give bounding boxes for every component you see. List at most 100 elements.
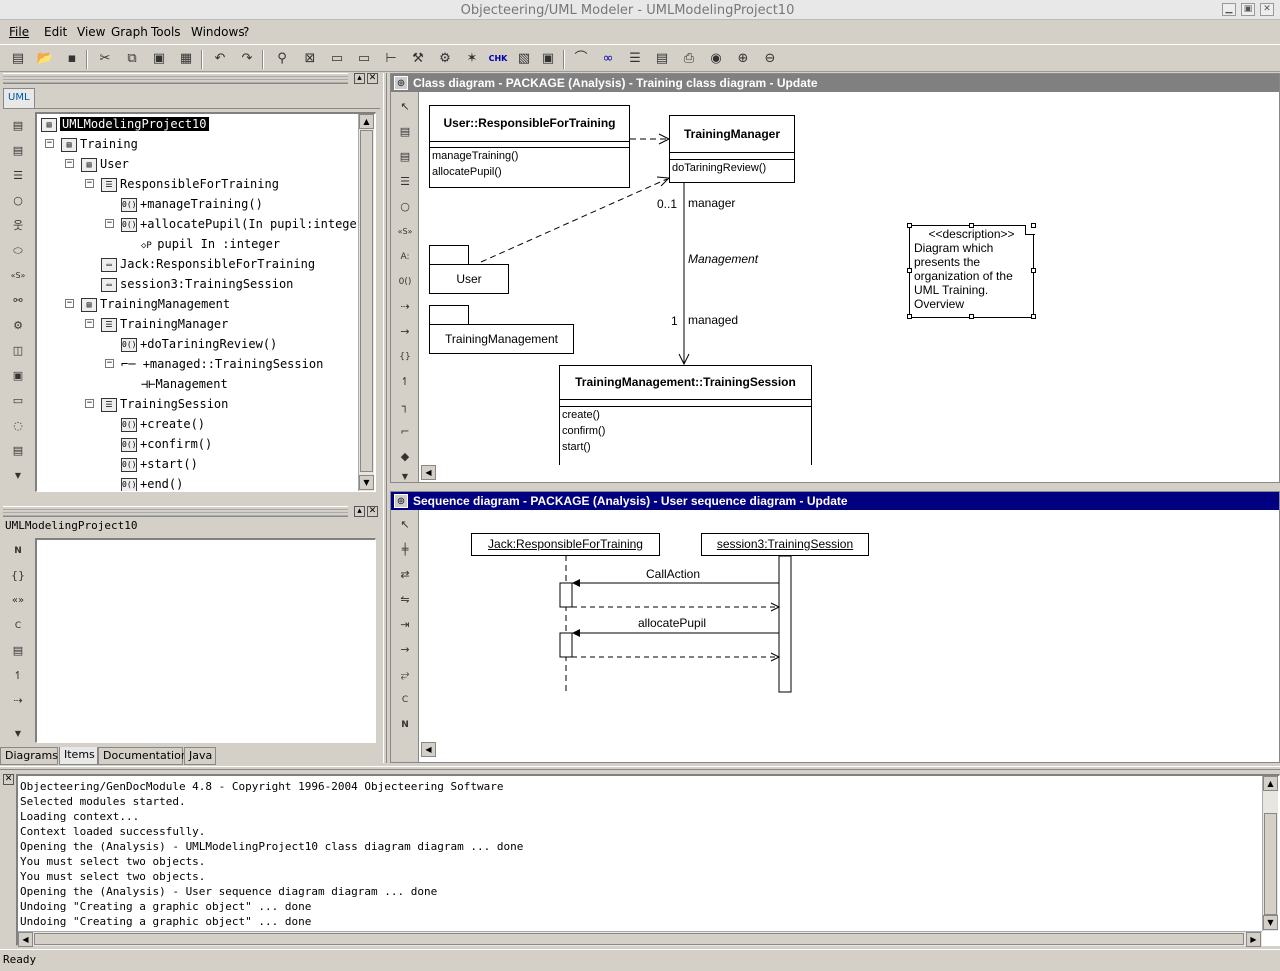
tree-item-operation[interactable]: 0() +start() <box>121 454 198 474</box>
collapse-icon[interactable]: − <box>45 139 54 148</box>
hierarchy-icon[interactable]: ⊢ <box>381 49 401 69</box>
tree-item-instance[interactable]: ▭ session3:TrainingSession <box>101 274 293 294</box>
class-training-manager[interactable]: TrainingManager doTariningReview() <box>669 115 795 183</box>
menu-graph[interactable]: Graph <box>111 25 148 39</box>
uml-explorer-tab[interactable]: UML <box>3 88 35 108</box>
properties-float-button[interactable]: ▴ <box>354 506 365 517</box>
lifeline-head-session3[interactable]: session3:TrainingSession <box>701 533 869 556</box>
dashed-ellipse-tool-icon[interactable]: ◌ <box>7 415 29 437</box>
constraint-tool-icon[interactable]: {} <box>7 565 29 587</box>
redo-icon[interactable]: ↷ <box>237 49 257 69</box>
new-project-icon[interactable]: ▤ <box>8 49 28 69</box>
comment-tool-icon[interactable]: C <box>7 615 29 637</box>
diagram-window-icon[interactable]: ▭ <box>354 49 374 69</box>
properties-grip[interactable] <box>3 506 348 517</box>
find-binoculars-icon[interactable]: ⚲ <box>272 49 292 69</box>
scroll-up-icon[interactable]: ▲ <box>359 114 374 129</box>
diagram-view-icon[interactable]: ▭ <box>327 49 347 69</box>
explorer-close-button[interactable]: ✕ <box>367 73 378 84</box>
anchor-tool-icon[interactable]: ↿ <box>7 665 29 687</box>
print-icon[interactable]: ⎙ <box>679 49 699 69</box>
tree-item-parameter[interactable]: ◇P pupil In :integer <box>141 234 280 254</box>
selection-handle[interactable] <box>969 314 974 319</box>
tree-item-operation[interactable]: 0() +doTariningReview() <box>121 334 277 354</box>
zoom-out-icon[interactable]: ⊖ <box>760 49 780 69</box>
selection-handle[interactable] <box>907 314 912 319</box>
collapse-icon[interactable]: − <box>65 299 74 308</box>
selection-handle[interactable] <box>907 268 912 273</box>
open-folder-icon[interactable]: 📂 <box>35 49 55 69</box>
menu-view[interactable]: View <box>77 25 105 39</box>
tree-item-operation[interactable]: 0() +confirm() <box>121 434 212 454</box>
minimize-button[interactable]: ▁ <box>1222 3 1236 16</box>
menu-edit[interactable]: Edit <box>44 25 67 39</box>
console-close-button[interactable]: ✕ <box>3 774 14 785</box>
package-user[interactable]: User <box>429 264 509 294</box>
scroll-thumb[interactable] <box>360 130 373 472</box>
selection-handle[interactable] <box>1031 314 1036 319</box>
tagged-value-tool-icon[interactable]: ▤ <box>7 640 29 662</box>
activity-tool-icon[interactable]: ▤ <box>7 440 29 462</box>
description-note[interactable]: <<description>> Diagram which presents t… <box>907 223 1036 319</box>
tree-item-instance[interactable]: ▭ Jack:ResponsibleForTraining <box>101 254 315 274</box>
collapse-icon[interactable]: − <box>85 319 94 328</box>
tab-documentation[interactable]: Documentation <box>98 747 188 765</box>
list-icon[interactable]: ☰ <box>625 49 645 69</box>
scroll-down-icon[interactable]: ▼ <box>359 475 374 490</box>
node-tool-icon[interactable]: ◫ <box>7 340 29 362</box>
palette-icon[interactable]: ◉ <box>706 49 726 69</box>
tree-scrollbar[interactable]: ▲ ▼ <box>358 114 374 491</box>
scroll-down-icon[interactable]: ▼ <box>7 465 29 487</box>
interface-tool-icon[interactable]: ○ <box>7 190 29 212</box>
class-tool-icon[interactable]: ☰ <box>7 165 29 187</box>
collapse-icon[interactable]: − <box>85 179 94 188</box>
chain-icon[interactable]: ∞ <box>598 49 618 69</box>
wrench-icon[interactable]: ⚒ <box>408 49 428 69</box>
menu-help[interactable]: ? <box>243 25 249 39</box>
tree-item-operation[interactable]: 0() +manageTraining() <box>121 194 263 214</box>
tree-item-association[interactable]: ⊣⊢Management <box>141 374 228 394</box>
check-model-icon[interactable]: CHK <box>488 49 508 69</box>
use-case-tool-icon[interactable]: ⬭ <box>7 240 29 262</box>
collapse-icon[interactable]: − <box>105 359 114 368</box>
class-responsible-for-training[interactable]: User::ResponsibleForTraining manageTrain… <box>429 105 630 188</box>
scroll-right-icon[interactable]: ▶ <box>1246 932 1261 947</box>
zoom-in-icon[interactable]: ⊕ <box>733 49 753 69</box>
explorer-grip[interactable] <box>3 73 348 84</box>
tree-item-operation[interactable]: 0() +allocatePupil(In pupil:integer) <box>121 214 358 234</box>
tab-java[interactable]: Java <box>184 747 216 765</box>
scroll-down-icon[interactable]: ▼ <box>1263 915 1278 930</box>
horizontal-splitter[interactable] <box>0 766 1280 770</box>
collapse-icon[interactable]: − <box>65 159 74 168</box>
selection-handle[interactable] <box>1031 268 1036 273</box>
tree-item-package[interactable]: ▤ Training <box>61 134 138 154</box>
collaboration-tool-icon[interactable]: ⚯ <box>7 290 29 312</box>
scroll-thumb[interactable] <box>1264 813 1277 915</box>
stereotype-tool-icon[interactable]: «S» <box>7 265 29 287</box>
tree-item-association[interactable]: ⌐─ +managed::TrainingSession <box>121 354 323 374</box>
tab-items[interactable]: Items <box>59 747 98 765</box>
document-window-icon[interactable]: ▣ <box>538 49 558 69</box>
dependency-tool-icon[interactable]: ⇢ <box>7 690 29 712</box>
package-training-management[interactable]: TrainingManagement <box>429 324 574 354</box>
maximize-button[interactable]: ▣ <box>1241 3 1255 16</box>
collapse-icon[interactable]: − <box>85 399 94 408</box>
vertical-splitter[interactable] <box>383 73 387 763</box>
selection-handle[interactable] <box>907 223 912 228</box>
tree-item-project[interactable]: ▤ UMLModelingProject10 <box>41 114 209 134</box>
paste-special-icon[interactable]: ▦ <box>176 49 196 69</box>
sub-package-tool-icon[interactable]: ▤ <box>7 140 29 162</box>
diagram-delete-icon[interactable]: ⊠ <box>300 49 320 69</box>
selection-handle[interactable] <box>969 223 974 228</box>
component-tool-icon[interactable]: ⚙ <box>7 315 29 337</box>
tree-item-package[interactable]: ▤ TrainingManagement <box>81 294 230 314</box>
scroll-left-icon[interactable]: ◀ <box>18 932 33 947</box>
console-hscroll[interactable]: ◀ ▶ <box>18 931 1262 947</box>
explorer-float-button[interactable]: ▴ <box>354 73 365 84</box>
package-tool-icon[interactable]: ▤ <box>7 115 29 137</box>
lifeline-head-jack[interactable]: Jack:ResponsibleForTraining <box>471 533 660 556</box>
scroll-thumb[interactable] <box>34 933 1244 945</box>
instance-tool-icon[interactable]: ▣ <box>7 365 29 387</box>
actor-tool-icon[interactable]: 웃 <box>7 215 29 237</box>
link-icon[interactable]: ⌒ <box>571 49 591 69</box>
